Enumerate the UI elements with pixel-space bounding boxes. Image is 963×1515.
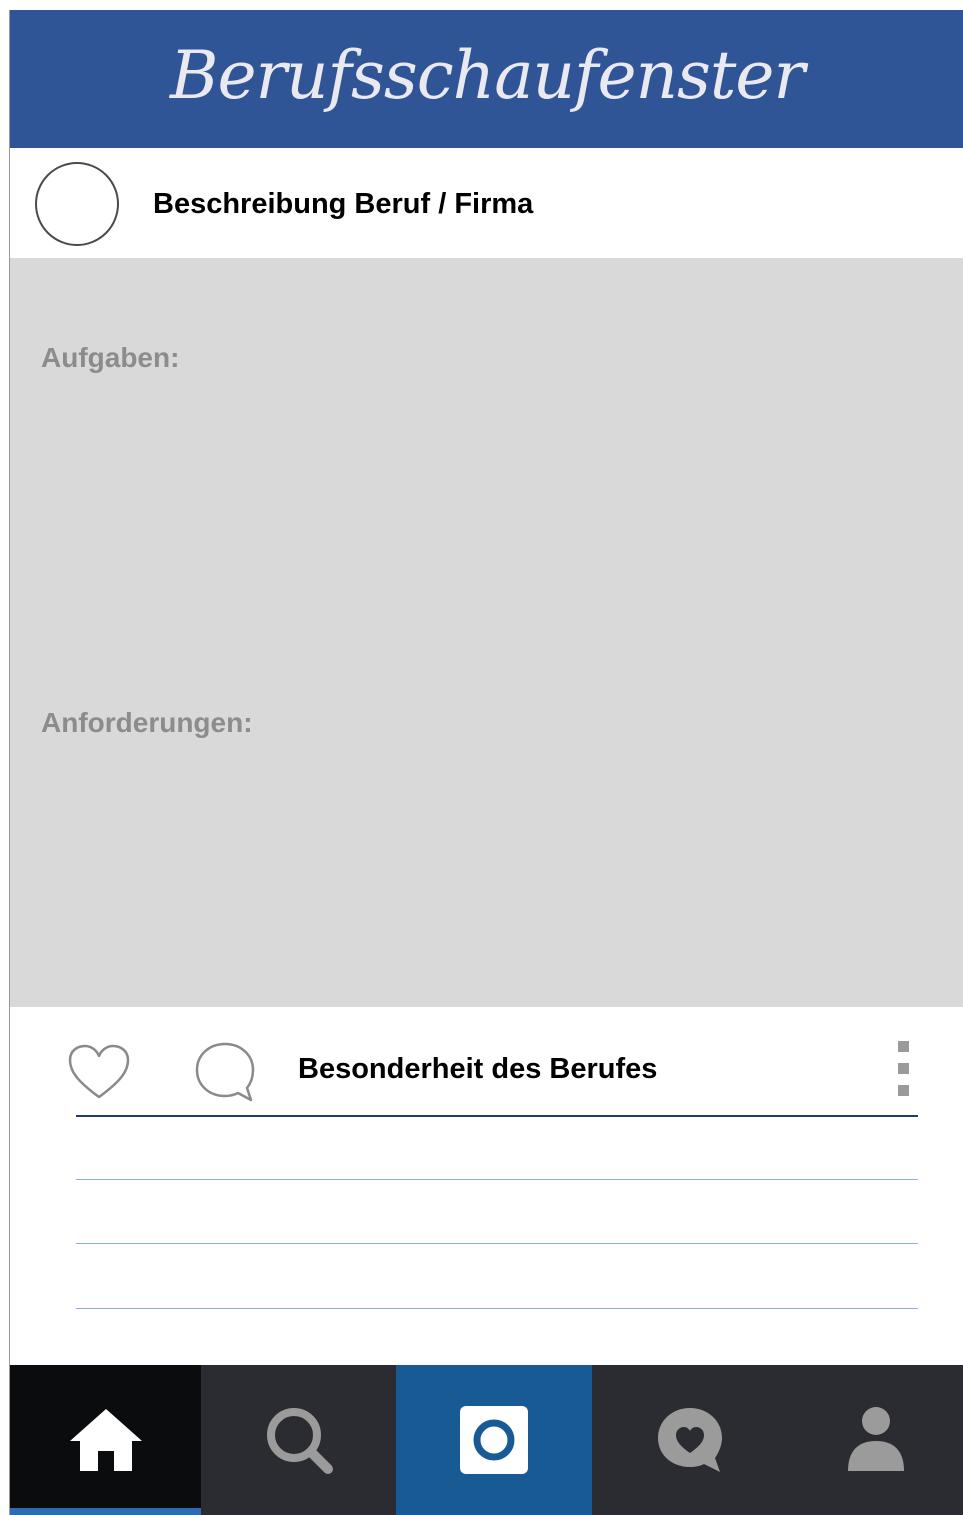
comment-icon[interactable] — [193, 1041, 257, 1103]
post-actions: Besonderheit des Berufes — [10, 1007, 963, 1365]
home-icon — [69, 1409, 142, 1471]
tab-bar — [10, 1365, 963, 1515]
app-header: Berufsschaufenster — [10, 10, 963, 148]
content-panel: Aufgaben: Anforderungen: — [10, 258, 963, 1007]
profile-title: Beschreibung Beruf / Firma — [153, 188, 534, 220]
comment-line — [76, 1179, 918, 1180]
chat-heart-icon — [657, 1408, 722, 1472]
comment-line — [76, 1308, 918, 1309]
more-options-icon[interactable] — [898, 1041, 912, 1097]
tab-camera[interactable] — [396, 1365, 592, 1515]
post-caption: Besonderheit des Berufes — [298, 1053, 658, 1085]
profile-row[interactable]: Beschreibung Beruf / Firma — [10, 148, 963, 258]
person-icon — [847, 1407, 904, 1471]
heart-icon[interactable] — [67, 1043, 131, 1101]
tasks-label: Aufgaben: — [41, 342, 180, 373]
tab-profile[interactable] — [787, 1365, 963, 1515]
comment-line — [76, 1115, 918, 1117]
search-icon — [266, 1408, 333, 1474]
avatar[interactable] — [35, 162, 119, 246]
camera-icon — [460, 1406, 528, 1474]
active-tab-indicator — [10, 1508, 201, 1515]
app-frame: Berufsschaufenster Beschreibung Beruf / … — [9, 10, 963, 1515]
tab-activity[interactable] — [592, 1365, 787, 1515]
requirements-label: Anforderungen: — [41, 707, 253, 738]
app-title: Berufsschaufenster — [169, 36, 805, 114]
comment-line — [76, 1243, 918, 1244]
tab-home[interactable] — [10, 1365, 201, 1515]
tab-search[interactable] — [201, 1365, 396, 1515]
